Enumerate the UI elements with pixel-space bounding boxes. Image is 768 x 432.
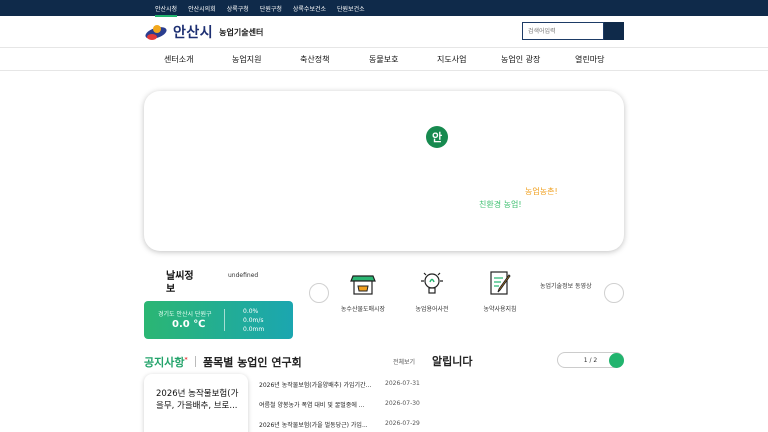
link-sangnoksu-health[interactable]: 상록수보건소	[293, 4, 326, 13]
link-sangnok-gu[interactable]: 상록구청	[227, 4, 249, 13]
nav-item-guidance[interactable]: 지도사업	[437, 54, 466, 65]
site-logo[interactable]: 안산시 농업기술센터	[143, 20, 263, 44]
search-button[interactable]	[604, 22, 624, 40]
notice-date: 2026-07-31	[385, 380, 420, 387]
link-danwon-gu[interactable]: 단원구청	[260, 4, 282, 13]
link-danwon-health[interactable]: 단원보건소	[337, 4, 365, 13]
city-emblem-icon	[143, 22, 171, 42]
logo-city-name: 안산시	[173, 25, 214, 41]
nav-item-agri-support[interactable]: 농업지원	[232, 54, 261, 65]
notice-date: 2026-07-29	[385, 420, 420, 427]
search-input[interactable]	[522, 22, 604, 40]
weather-card: 경기도 안산시 단원구 0.0 ℃ 0.0% 0.0m/s 0.0mm	[144, 301, 293, 339]
weather-location: 경기도 안산시 단원구	[158, 311, 212, 318]
quicklink-market[interactable]: 농수산물도매시장	[328, 268, 398, 313]
tab-notice[interactable]: 공지사항*	[144, 354, 188, 370]
hero-text-line1: 농업농촌!	[525, 187, 558, 196]
quicklink-dictionary-label: 농업용어사전	[415, 306, 449, 313]
weather-rain: 0.0mm	[243, 326, 265, 333]
quicklink-next-button[interactable]	[604, 283, 624, 303]
weather-humidity: 0.0%	[243, 308, 259, 315]
notice-new-mark: *	[184, 356, 188, 364]
quicklink-video[interactable]: 농업기술정보 동영상	[540, 281, 592, 290]
tab-divider	[195, 356, 196, 367]
link-ansan-city[interactable]: 안산시청	[155, 4, 178, 17]
notice-title: 여름철 양봉농가 폭염 대비 및 꿀벌중에 ...	[259, 402, 365, 409]
document-pen-icon	[485, 268, 515, 298]
quicklink-pesticide[interactable]: 농약사용지침	[465, 268, 535, 313]
featured-notice-card[interactable]: 2026년 농작물보험(가을무, 가을배추, 브로...	[144, 374, 248, 432]
hero-text-line2: 친환경 농업!	[479, 200, 522, 209]
top-utility-bar: 안산시청 안산시의회 상록구청 단원구청 상록수보건소 단원보건소	[0, 0, 768, 17]
lightbulb-icon	[417, 268, 447, 298]
weather-divider	[224, 309, 225, 331]
weather-temperature: 0.0 ℃	[172, 319, 206, 330]
quicklink-pesticide-label: 농약사용지침	[483, 306, 517, 313]
nav-item-animal-protection[interactable]: 동물보호	[369, 54, 398, 65]
nav-item-open-forum[interactable]: 열린마당	[575, 54, 604, 65]
quicklink-dictionary[interactable]: 농업용어사전	[397, 268, 467, 313]
announcements-title: 알립니다	[432, 355, 473, 368]
hero-banner[interactable]: 안 농업농촌! 친환경 농업!	[144, 91, 624, 251]
logo-center-name: 농업기술센터	[219, 27, 264, 37]
notice-title: 2026년 농작물보험(가을양배추) 가입기간...	[259, 382, 372, 389]
hero-badge-icon: 안	[426, 126, 448, 148]
main-navigation: 센터소개 농업지원 축산정책 동물보호 지도사업 농업인 광장 열린마당	[0, 47, 768, 71]
tab-research-groups[interactable]: 품목별 농업인 연구회	[203, 354, 302, 370]
nav-item-center-intro[interactable]: 센터소개	[164, 54, 193, 65]
notice-title: 2026년 농작물보험(가을 벌동당근) 가입...	[259, 422, 368, 429]
weather-title: 날씨정보	[166, 271, 194, 295]
weather-wind: 0.0m/s	[243, 317, 264, 324]
view-all-link[interactable]: 전체보기	[393, 357, 415, 366]
notice-date: 2026-07-30	[385, 400, 420, 407]
related-sites-links: 안산시청 안산시의회 상록구청 단원구청 상록수보건소 단원보건소	[155, 0, 376, 17]
quicklink-market-label: 농수산물도매시장	[340, 306, 386, 313]
nav-item-farmers-plaza[interactable]: 농업인 광장	[501, 54, 540, 65]
search-box	[522, 22, 624, 40]
pager-next-button[interactable]	[609, 353, 624, 368]
quicklink-prev-button[interactable]	[309, 283, 329, 303]
market-icon	[348, 268, 378, 298]
weather-status-text: undefined	[228, 272, 259, 279]
nav-item-livestock[interactable]: 축산정책	[300, 54, 329, 65]
link-city-council[interactable]: 안산시의회	[188, 4, 216, 13]
featured-notice-title: 2026년 농작물보험(가을무, 가을배추, 브로...	[156, 389, 239, 411]
